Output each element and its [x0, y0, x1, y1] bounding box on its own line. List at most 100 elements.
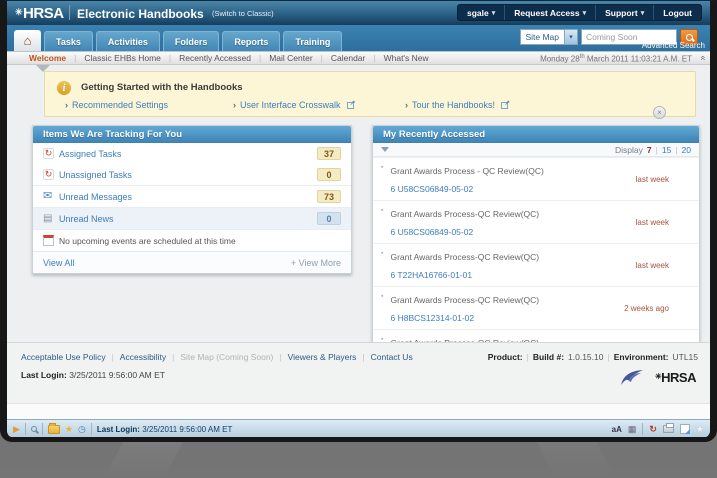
recent-process-title: Grant Awards Process-QC Review(QC): [390, 295, 539, 305]
search-icon[interactable]: [31, 426, 37, 432]
main-content: i Getting Started with the Handbooks ›Re…: [7, 65, 710, 342]
calendar-icon: [43, 235, 54, 246]
user-interface-crosswalk-link[interactable]: ›User Interface Crosswalk: [233, 100, 354, 110]
link-arrow-icon: ›: [233, 100, 236, 110]
secondary-nav-bar: Welcome| Classic EHBs Home| Recently Acc…: [7, 51, 710, 65]
recommended-settings-link[interactable]: ›Recommended Settings: [65, 100, 168, 110]
task-icon: ↻: [43, 169, 54, 180]
recently-accessed-panel-title: My Recently Accessed: [373, 126, 699, 143]
subnav-mail-center[interactable]: Mail Center: [261, 53, 320, 63]
tracking-row-events: No upcoming events are scheduled at this…: [33, 229, 351, 251]
top-header-bar: ✳HRSA Electronic Handbooks (Switch to Cl…: [7, 1, 710, 25]
chevron-down-icon: ▾: [641, 9, 645, 17]
build-info: Product:| Build #:1.0.15.10| Environment…: [488, 352, 698, 362]
tracking-view-all-link[interactable]: View All: [43, 258, 74, 268]
status-bar: ▶ ★ ◷ Last Login: 3/25/2011 9:56:00 AM E…: [7, 419, 710, 438]
display-option-20[interactable]: 20: [682, 145, 691, 155]
request-access-menu[interactable]: Request Access▾: [504, 5, 595, 20]
link-arrow-icon: ›: [405, 100, 408, 110]
switch-to-classic-link[interactable]: (Switch to Classic): [212, 9, 274, 18]
site-map-coming-soon-label: Site Map (Coming Soon): [180, 352, 273, 362]
subnav-welcome[interactable]: Welcome: [21, 53, 74, 63]
display-count-selector: Display 7 | 15 | 20: [615, 145, 691, 155]
support-menu[interactable]: Support▾: [595, 5, 653, 20]
tab-activities[interactable]: Activities: [96, 31, 160, 51]
print-icon[interactable]: [663, 425, 674, 433]
toolbar-divider: [25, 423, 26, 435]
app-title: Electronic Handbooks: [77, 7, 204, 21]
recent-filter-bar: Display 7 | 15 | 20: [373, 143, 699, 157]
contact-us-link[interactable]: Contact Us: [371, 352, 413, 362]
footer-last-login: Last Login: 3/25/2011 9:56:00 AM ET: [21, 370, 165, 380]
tracking-panel: Items We Are Tracking For You ↻ Assigned…: [32, 125, 352, 274]
grant-number-link[interactable]: 6 H8BCS12314-01-02: [390, 313, 474, 323]
display-option-7[interactable]: 7: [647, 145, 652, 155]
assigned-tasks-link[interactable]: Assigned Tasks: [59, 149, 317, 159]
hrsa-logo: ✳HRSA: [15, 5, 64, 22]
no-events-note: No upcoming events are scheduled at this…: [59, 236, 236, 246]
tab-tasks[interactable]: Tasks: [44, 31, 93, 51]
advanced-search-link[interactable]: Advanced Search: [642, 41, 705, 50]
tab-training[interactable]: Training: [283, 31, 342, 51]
hrsa-footer-logo: ✳HRSA: [655, 370, 696, 385]
tab-reports[interactable]: Reports: [222, 31, 280, 51]
logout-button[interactable]: Logout: [653, 5, 701, 20]
font-size-icon[interactable]: aA: [612, 425, 622, 434]
refresh-icon[interactable]: ↻: [649, 425, 657, 434]
folder-icon[interactable]: [48, 425, 60, 434]
display-option-15[interactable]: 15: [662, 145, 671, 155]
tab-home[interactable]: ⌂: [14, 30, 41, 51]
viewers-and-players-link[interactable]: Viewers & Players: [288, 352, 357, 362]
toolbar-divider: [91, 423, 92, 435]
grid-view-icon[interactable]: ▦: [628, 425, 637, 434]
filter-funnel-icon[interactable]: [381, 147, 389, 156]
unassigned-tasks-count-badge: 0: [317, 168, 341, 181]
tracking-view-more-link[interactable]: + View More: [291, 258, 341, 268]
tracking-row-assigned-tasks: ↻ Assigned Tasks 37: [33, 143, 351, 164]
assigned-tasks-count-badge: 37: [317, 147, 341, 160]
bookmark-star-icon[interactable]: ★: [696, 425, 704, 434]
hrsa-logo-mark-icon: ✳: [15, 7, 22, 17]
subnav-classic-ehbs-home[interactable]: Classic EHBs Home: [76, 53, 169, 63]
unassigned-tasks-link[interactable]: Unassigned Tasks: [59, 170, 317, 180]
tracking-row-unread-messages: ✉ Unread Messages 73: [33, 185, 351, 207]
favorites-star-icon[interactable]: ★: [65, 425, 73, 434]
link-arrow-icon: ›: [65, 100, 68, 110]
mail-icon: ✉: [43, 191, 52, 202]
tour-handbooks-link[interactable]: ›Tour the Handbooks!: [405, 100, 508, 110]
page-footer: Acceptable Use Policy| Accessibility| Si…: [7, 342, 710, 403]
hhs-eagle-icon: [619, 367, 645, 387]
search-scope-select[interactable]: Site Map▾: [520, 29, 578, 45]
news-icon: ▤: [43, 214, 52, 224]
grant-number-link[interactable]: 6 U58CS06849-05-02: [390, 227, 473, 237]
grant-number-link[interactable]: 6 T22HA16766-01-01: [390, 270, 472, 280]
recency-label: last week: [636, 261, 691, 270]
history-clock-icon[interactable]: ◷: [78, 425, 86, 434]
unread-messages-link[interactable]: Unread Messages: [59, 192, 317, 202]
unread-news-link[interactable]: Unread News: [59, 214, 317, 224]
footer-links: Acceptable Use Policy| Accessibility| Si…: [21, 352, 413, 362]
grant-number-link[interactable]: 6 U58CS06849-05-02: [390, 184, 473, 194]
statusbar-last-login: Last Login: 3/25/2011 9:56:00 AM ET: [97, 425, 232, 434]
user-menu-sgale[interactable]: sgale▾: [458, 5, 504, 20]
recency-label: 2 weeks ago: [624, 304, 691, 313]
banner-close-button[interactable]: ×: [653, 106, 666, 119]
chevron-down-icon: ▾: [569, 33, 573, 41]
acceptable-use-policy-link[interactable]: Acceptable Use Policy: [21, 352, 106, 362]
recent-process-title: Grant Awards Process-QC Review(QC): [390, 209, 539, 219]
subnav-recently-accessed[interactable]: Recently Accessed: [171, 53, 259, 63]
footer-divider: |: [172, 352, 174, 362]
external-link-icon: [501, 102, 508, 109]
go-icon[interactable]: ▶: [13, 425, 20, 434]
nav-tabs: ⌂ Tasks Activities Folders Reports Train…: [14, 30, 342, 51]
subnav-whats-new[interactable]: What's New: [376, 53, 437, 63]
tab-folders[interactable]: Folders: [163, 31, 220, 51]
recent-row: ▪ Grant Awards Process-QC Review(QC)6 H8…: [373, 286, 699, 329]
collapse-header-icon[interactable]: «: [698, 55, 708, 60]
subnav-calendar[interactable]: Calendar: [323, 53, 374, 63]
notes-icon[interactable]: [680, 424, 690, 434]
display-divider: |: [675, 145, 677, 155]
display-label: Display: [615, 145, 643, 155]
accessibility-link[interactable]: Accessibility: [120, 352, 166, 362]
banner-title: Getting Started with the Handbooks: [81, 82, 243, 93]
